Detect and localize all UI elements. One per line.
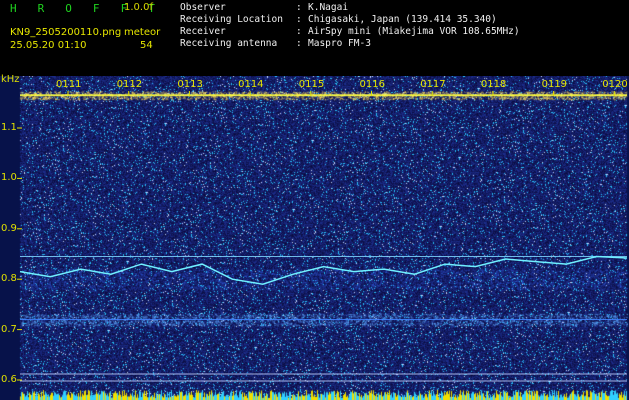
y-tick-label: 0.9 bbox=[1, 222, 17, 234]
info-key: Observer bbox=[180, 2, 226, 13]
header-panel: H R O F F T 1.0.0f KN9_2505200110.png me… bbox=[0, 0, 629, 76]
x-tick-label: 0117 bbox=[420, 79, 446, 90]
y-tick-label: 0.7 bbox=[1, 323, 17, 335]
info-row-receiver: Receiver: AirSpy mini (Miakejima VOR 108.… bbox=[180, 26, 520, 37]
spectrogram-overlay bbox=[17, 91, 628, 382]
info-row-observer: Observer: K.Nagai bbox=[180, 2, 349, 13]
x-tick-label: 0116 bbox=[359, 79, 385, 90]
x-tick-label: 0120 bbox=[602, 79, 628, 90]
x-tick-label: 0118 bbox=[480, 79, 507, 90]
info-row-antenna: Receiving antenna: Maspro FM-3 bbox=[180, 38, 371, 49]
x-tick-label: 0111 bbox=[56, 79, 82, 90]
info-key: Receiving antenna bbox=[180, 38, 278, 49]
x-tick-label: 0112 bbox=[116, 79, 143, 90]
version-label: 1.0.0f bbox=[124, 2, 153, 13]
info-value: K.Nagai bbox=[308, 2, 349, 13]
filename-label: KN9_2505200110.png bbox=[10, 27, 122, 38]
x-tick-label: 0114 bbox=[238, 79, 264, 90]
timestamp-label: 25.05.20 01:10 bbox=[10, 40, 87, 51]
meteor-count: 54 bbox=[140, 40, 153, 51]
meteor-label: meteor bbox=[124, 27, 161, 38]
x-tick-label: 0115 bbox=[298, 79, 325, 90]
doppler-trace bbox=[19, 255, 628, 285]
y-tick-label: 1.1 bbox=[1, 122, 17, 133]
info-value: AirSpy mini (Miakejima VOR 108.65MHz) bbox=[308, 26, 520, 37]
y-tick-label: 0.6 bbox=[1, 374, 17, 385]
info-value: Chigasaki, Japan (139.414 35.340) bbox=[308, 14, 497, 25]
y-tick-label: 0.8 bbox=[1, 273, 17, 285]
x-tick-label: 0119 bbox=[541, 79, 568, 90]
info-row-location: Receiving Location: Chigasaki, Japan (139… bbox=[180, 14, 497, 25]
info-key: Receiver bbox=[180, 26, 226, 37]
info-value: Maspro FM-3 bbox=[308, 38, 371, 49]
x-tick-label: 0113 bbox=[177, 79, 203, 90]
y-tick-label: 1.0 bbox=[1, 172, 17, 184]
y-axis-unit: kHz bbox=[1, 74, 20, 85]
info-key: Receiving Location bbox=[180, 14, 283, 25]
